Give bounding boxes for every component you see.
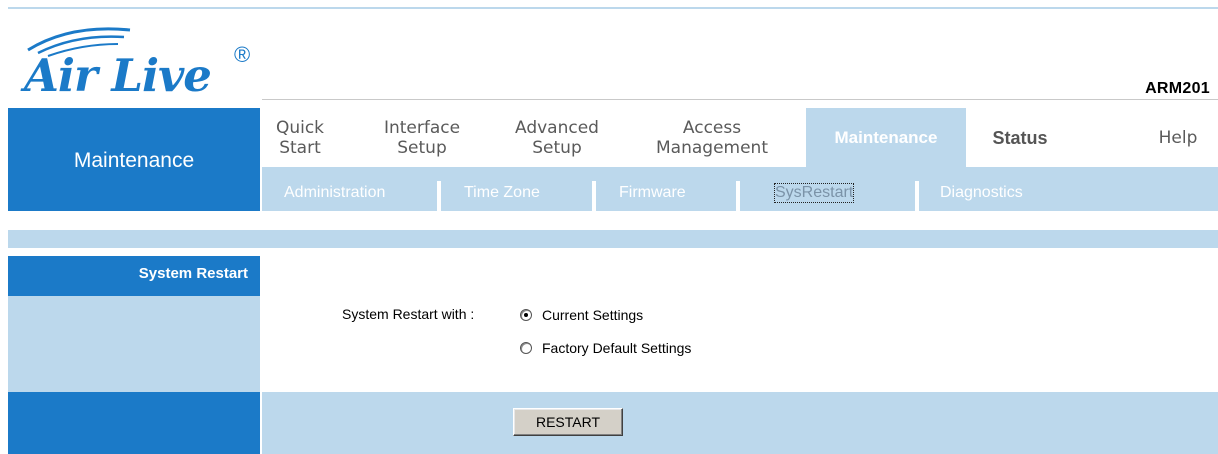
option-factory-default[interactable]: Factory Default Settings [520, 340, 691, 356]
submenu-separator [736, 181, 740, 211]
left-section-header: System Restart [8, 256, 260, 296]
submenu-diagnostics[interactable]: Diagnostics [940, 184, 1023, 202]
sub-menu: Administration Time Zone Firmware SysRes… [262, 167, 1218, 211]
content-header-band [8, 230, 1218, 248]
radio-factory-default[interactable] [520, 342, 532, 354]
registered-mark: ® [234, 42, 251, 67]
action-bar: RESTART [262, 392, 1218, 454]
submenu-time-zone[interactable]: Time Zone [464, 184, 540, 202]
section-title: Maintenance [8, 108, 260, 211]
left-column-footer [8, 392, 260, 454]
menu-interface-setup[interactable]: Interface Setup [374, 108, 470, 167]
option-label: Factory Default Settings [542, 340, 692, 356]
radio-current-settings[interactable] [520, 309, 532, 321]
menu-advanced-setup[interactable]: Advanced Setup [502, 108, 612, 167]
submenu-administration[interactable]: Administration [284, 184, 385, 202]
airlive-logo: Air Live ® [20, 20, 260, 100]
section-label: System Restart [138, 265, 248, 282]
left-column-panel [8, 296, 260, 392]
submenu-firmware[interactable]: Firmware [619, 184, 686, 202]
menu-quick-start[interactable]: Quick Start [270, 108, 330, 167]
submenu-separator [915, 181, 919, 211]
menu-access-management[interactable]: Access Management [642, 108, 782, 167]
option-current-settings[interactable]: Current Settings [520, 307, 643, 323]
submenu-separator [592, 181, 596, 211]
restart-form: System Restart with : Current Settings F… [262, 256, 1218, 392]
spacer-band [8, 211, 1218, 230]
logo-text: Air Live [24, 49, 212, 102]
menu-status[interactable]: Status [980, 108, 1060, 167]
submenu-separator [437, 181, 441, 211]
menu-help[interactable]: Help [1138, 108, 1218, 167]
top-divider [8, 7, 1218, 9]
submenu-sysrestart[interactable]: SysRestart [773, 183, 855, 203]
option-label: Current Settings [542, 307, 644, 323]
header-divider [262, 99, 1218, 100]
restart-button[interactable]: RESTART [513, 408, 623, 436]
model-name: ARM201 [1145, 80, 1210, 97]
main-menu: Quick Start Interface Setup Advanced Set… [262, 108, 1218, 167]
menu-maintenance[interactable]: Maintenance [806, 108, 966, 167]
restart-field-label: System Restart with : [342, 306, 475, 322]
